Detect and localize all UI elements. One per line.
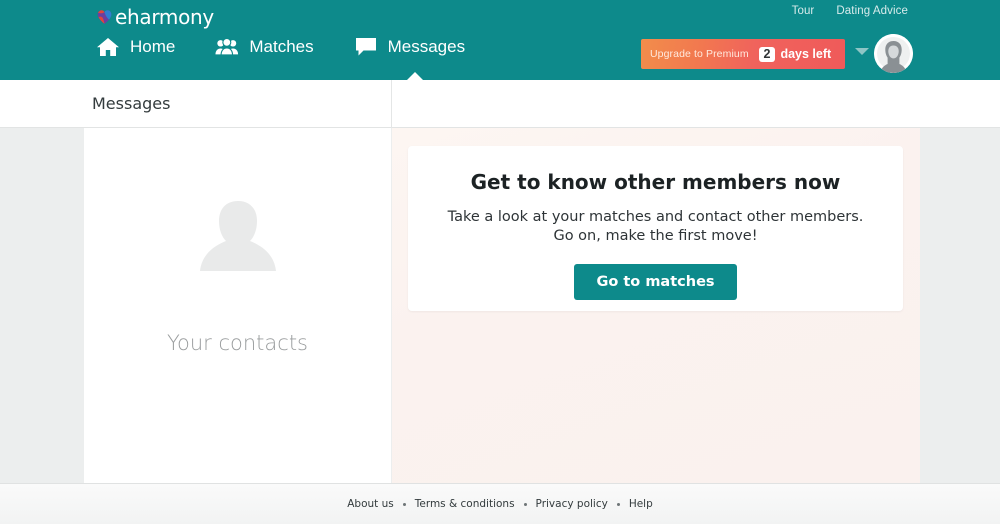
nav-item-home[interactable]: Home — [96, 36, 175, 62]
contacts-panel: Your contacts — [84, 128, 391, 483]
nav-item-messages[interactable]: Messages — [354, 36, 466, 83]
avatar[interactable] — [874, 34, 913, 73]
footer-links: About us Terms & conditions Privacy poli… — [347, 498, 653, 510]
page-footer: About us Terms & conditions Privacy poli… — [0, 483, 1000, 524]
go-to-matches-button[interactable]: Go to matches — [574, 264, 737, 300]
nav-item-home-label: Home — [130, 37, 176, 56]
contacts-empty-label: Your contacts — [166, 331, 309, 355]
nav-item-matches[interactable]: Matches — [215, 36, 314, 62]
main-content-area: Your contacts Get to know other members … — [0, 128, 1000, 483]
top-navigation-bar: Tour Dating Advice eharmony Home Matches… — [0, 0, 1000, 83]
nav-item-matches-label: Matches — [249, 37, 314, 56]
right-gutter — [920, 128, 1000, 483]
user-avatar-icon — [874, 34, 913, 73]
subheader-divider — [391, 80, 392, 128]
app-page: Tour Dating Advice eharmony Home Matches… — [0, 0, 1000, 524]
days-left-label: days left — [780, 47, 832, 61]
chevron-down-icon[interactable] — [855, 48, 869, 55]
trial-days-left: 2 days left — [749, 46, 845, 62]
brand-logo-text: eharmony — [115, 5, 214, 29]
footer-separator-dot — [616, 502, 620, 506]
promo-description-line-2: Go on, make the first move! — [553, 228, 758, 244]
footer-link-about-us[interactable]: About us — [347, 498, 394, 510]
people-group-icon — [215, 36, 239, 58]
person-silhouette-icon — [188, 197, 288, 297]
footer-link-privacy[interactable]: Privacy policy — [536, 498, 608, 510]
footer-link-terms[interactable]: Terms & conditions — [415, 498, 515, 510]
nav-item-messages-label: Messages — [387, 37, 466, 56]
promo-description: Take a look at your matches and contact … — [408, 208, 903, 246]
page-subheader: Messages — [0, 80, 1000, 128]
upgrade-to-premium-label: Upgrade to Premium — [650, 48, 749, 60]
days-left-count: 2 — [758, 46, 776, 62]
utility-links: Tour Dating Advice — [792, 5, 908, 17]
main-nav: Home Matches Messages — [96, 36, 466, 83]
tour-link[interactable]: Tour — [792, 5, 815, 17]
footer-link-help[interactable]: Help — [629, 498, 653, 510]
promo-title: Get to know other members now — [470, 170, 841, 194]
promo-card: Get to know other members now Take a loo… — [408, 146, 903, 311]
footer-separator-dot — [523, 502, 527, 506]
contacts-empty-state: Your contacts — [84, 128, 391, 483]
messages-content-panel: Get to know other members now Take a loo… — [392, 128, 920, 483]
brand-logo[interactable]: eharmony — [96, 5, 214, 29]
chat-bubble-icon — [354, 36, 378, 58]
upgrade-to-premium-banner[interactable]: Upgrade to Premium 2 days left — [641, 39, 845, 69]
eharmony-heart-icon — [96, 8, 113, 26]
footer-separator-dot — [402, 502, 406, 506]
dating-advice-link[interactable]: Dating Advice — [836, 5, 908, 17]
promo-description-line-1: Take a look at your matches and contact … — [447, 209, 864, 225]
home-icon — [96, 36, 120, 58]
page-title: Messages — [92, 94, 171, 113]
